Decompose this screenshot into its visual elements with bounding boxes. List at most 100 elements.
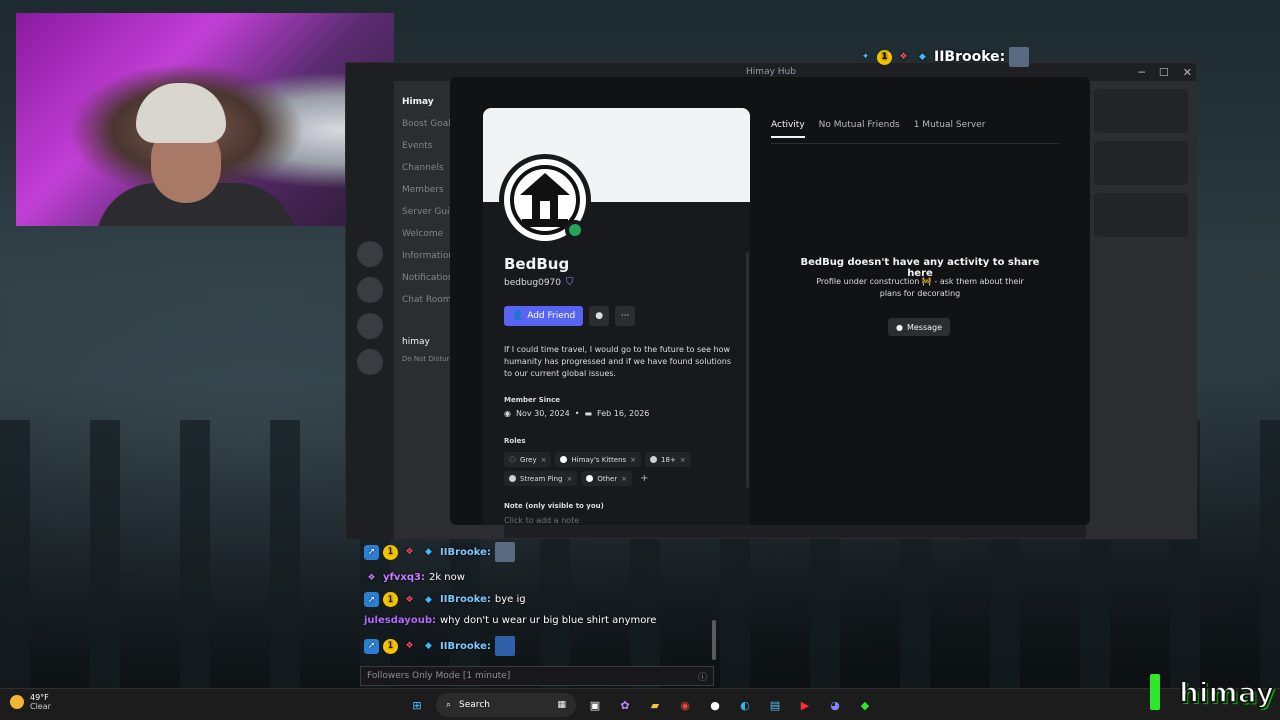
add-role-icon[interactable]: + bbox=[636, 471, 652, 486]
chat-username[interactable]: yfvxq3: bbox=[383, 572, 425, 583]
weather-widget[interactable]: 49°F Clear bbox=[10, 693, 51, 711]
shield-badge-icon[interactable]: ⛉ bbox=[566, 277, 574, 288]
separator-dot: • bbox=[574, 409, 580, 418]
server-rail bbox=[346, 81, 394, 539]
chat-username[interactable]: IIBrooke: bbox=[440, 547, 491, 558]
role-color-dot bbox=[509, 456, 516, 463]
avatar[interactable] bbox=[499, 154, 591, 246]
message-icon-button[interactable]: ● bbox=[589, 306, 610, 326]
server-icon[interactable] bbox=[357, 349, 383, 375]
overlay-chatter: ✦ 1 ❖ ◆ IIBrooke: bbox=[858, 47, 1030, 67]
window-title: Himay Hub bbox=[746, 67, 796, 77]
role-chip[interactable]: Grey × bbox=[504, 452, 552, 467]
remove-role-icon[interactable]: × bbox=[680, 456, 686, 464]
remove-role-icon[interactable]: × bbox=[566, 475, 572, 483]
maximize-icon[interactable]: ☐ bbox=[1159, 66, 1169, 79]
server-icon[interactable] bbox=[357, 241, 383, 267]
cube-badge-icon: ◆ bbox=[425, 641, 432, 651]
gift-badge-icon: ❖ bbox=[367, 572, 376, 583]
role-chip[interactable]: Other × bbox=[581, 471, 633, 486]
profile-tabs: Activity No Mutual Friends 1 Mutual Serv… bbox=[771, 120, 985, 138]
emote-image bbox=[494, 542, 515, 562]
number-badge-icon: 1 bbox=[383, 544, 398, 560]
flag-icon: ▦ bbox=[557, 700, 566, 710]
member-since-heading: Member Since bbox=[504, 396, 560, 404]
tab-mutual-servers[interactable]: 1 Mutual Server bbox=[914, 120, 986, 138]
gift-badge-icon: ❖ bbox=[405, 547, 414, 557]
profile-card: BedBug bedbug0970 ⛉ 👤 Add Friend ● ··· I… bbox=[483, 108, 750, 525]
weather-text: 49°F Clear bbox=[30, 693, 51, 711]
member-card[interactable] bbox=[1094, 89, 1188, 133]
window-controls: ─ ☐ ✕ bbox=[1138, 63, 1192, 81]
chat-scrollbar[interactable] bbox=[712, 620, 716, 660]
member-card[interactable] bbox=[1094, 193, 1188, 237]
member-since-discord: Nov 30, 2024 bbox=[515, 409, 570, 418]
ellipsis-icon: ··· bbox=[620, 311, 630, 321]
role-chip[interactable]: 18+ × bbox=[645, 452, 691, 467]
gift-badge-icon: ❖ bbox=[899, 52, 908, 62]
role-color-dot bbox=[560, 456, 568, 463]
message-button[interactable]: ● Message bbox=[888, 318, 951, 336]
member-since-dates: ◉ Nov 30, 2024 • ▬ Feb 16, 2026 bbox=[504, 409, 649, 418]
chat-input-placeholder: Followers Only Mode [1 minute] bbox=[367, 671, 511, 681]
chrome-icon[interactable]: ◉ bbox=[674, 694, 696, 716]
sword-badge-icon: ✦ bbox=[861, 52, 870, 62]
emote-image bbox=[494, 636, 515, 656]
role-chip[interactable]: Himay's Kittens × bbox=[555, 452, 642, 467]
minimize-icon[interactable]: ─ bbox=[1138, 66, 1145, 79]
chat-text: why don't u wear ur big blue shirt anymo… bbox=[439, 615, 657, 626]
start-menu-icon[interactable]: ⊞ bbox=[406, 694, 428, 716]
tabs-divider bbox=[771, 143, 1059, 144]
overlay-username: IIBrooke: bbox=[934, 49, 1006, 65]
server-icon[interactable] bbox=[357, 277, 383, 303]
member-card[interactable] bbox=[1094, 141, 1188, 185]
emote-image bbox=[1009, 47, 1030, 67]
copilot-icon[interactable]: ✿ bbox=[614, 694, 636, 716]
discord-icon[interactable]: ◕ bbox=[824, 694, 846, 716]
profile-scrollbar[interactable] bbox=[746, 252, 749, 488]
obs-icon[interactable]: ● bbox=[704, 694, 726, 716]
role-chip[interactable]: Stream Ping × bbox=[504, 471, 578, 486]
add-user-icon: 👤 bbox=[512, 311, 524, 321]
chat-username[interactable]: julesdayoub: bbox=[364, 615, 436, 626]
roles-list: Grey × Himay's Kittens × 18+ × Stream Pi… bbox=[504, 452, 734, 486]
info-icon[interactable]: ⓘ bbox=[698, 670, 707, 683]
tab-mutual-friends[interactable]: No Mutual Friends bbox=[819, 120, 900, 138]
chat-username[interactable]: IIBrooke: bbox=[440, 594, 491, 605]
message-button-label: Message bbox=[906, 322, 943, 332]
close-icon[interactable]: ✕ bbox=[1183, 66, 1192, 79]
search-box[interactable]: ⌕ Search ▦ bbox=[436, 693, 576, 717]
server-icon[interactable] bbox=[357, 313, 383, 339]
more-options-button[interactable]: ··· bbox=[615, 306, 636, 326]
add-friend-label: Add Friend bbox=[527, 311, 576, 321]
note-input[interactable]: Click to add a note bbox=[504, 516, 579, 525]
add-friend-button[interactable]: 👤 Add Friend bbox=[504, 306, 584, 326]
edge-icon[interactable]: ◐ bbox=[734, 694, 756, 716]
remove-role-icon[interactable]: × bbox=[630, 456, 636, 464]
role-color-dot bbox=[586, 475, 594, 482]
chat-message: ❖ yfvxq3: 2k now bbox=[364, 570, 465, 585]
youtube-icon[interactable]: ▶ bbox=[794, 694, 816, 716]
moon-weather-icon bbox=[10, 695, 24, 709]
task-view-icon[interactable]: ▣ bbox=[584, 694, 606, 716]
taskbar: 49°F Clear ⊞ ⌕ Search ▦ ▣ ✿ ▰ ◉ ● ◐ ▤ ▶ … bbox=[0, 688, 1280, 720]
chat-username[interactable]: IIBrooke: bbox=[440, 641, 491, 652]
chat-input[interactable]: Followers Only Mode [1 minute] ⓘ bbox=[360, 666, 714, 686]
taskbar-icons: ⊞ ⌕ Search ▦ ▣ ✿ ▰ ◉ ● ◐ ▤ ▶ ◕ ◆ bbox=[406, 693, 876, 717]
remove-role-icon[interactable]: × bbox=[621, 475, 627, 483]
role-name: Other bbox=[597, 474, 618, 483]
discord-logo-icon: ◉ bbox=[504, 409, 511, 418]
chat-text: bye ig bbox=[494, 594, 526, 605]
chat-message: ➚ 1 ❖ ◆ IIBrooke: bbox=[364, 636, 515, 656]
tab-activity[interactable]: Activity bbox=[771, 120, 805, 138]
role-name: Stream Ping bbox=[520, 474, 563, 483]
weather-temp: 49°F bbox=[30, 693, 49, 702]
file-explorer-icon[interactable]: ▰ bbox=[644, 694, 666, 716]
number-badge-icon: 1 bbox=[383, 638, 398, 654]
chat-text: 2k now bbox=[428, 572, 465, 583]
store-icon[interactable]: ▤ bbox=[764, 694, 786, 716]
chat-bubble-icon: ● bbox=[595, 311, 604, 321]
remove-role-icon[interactable]: × bbox=[541, 456, 547, 464]
server-icon: ▬ bbox=[584, 409, 593, 418]
app-icon[interactable]: ◆ bbox=[854, 694, 876, 716]
